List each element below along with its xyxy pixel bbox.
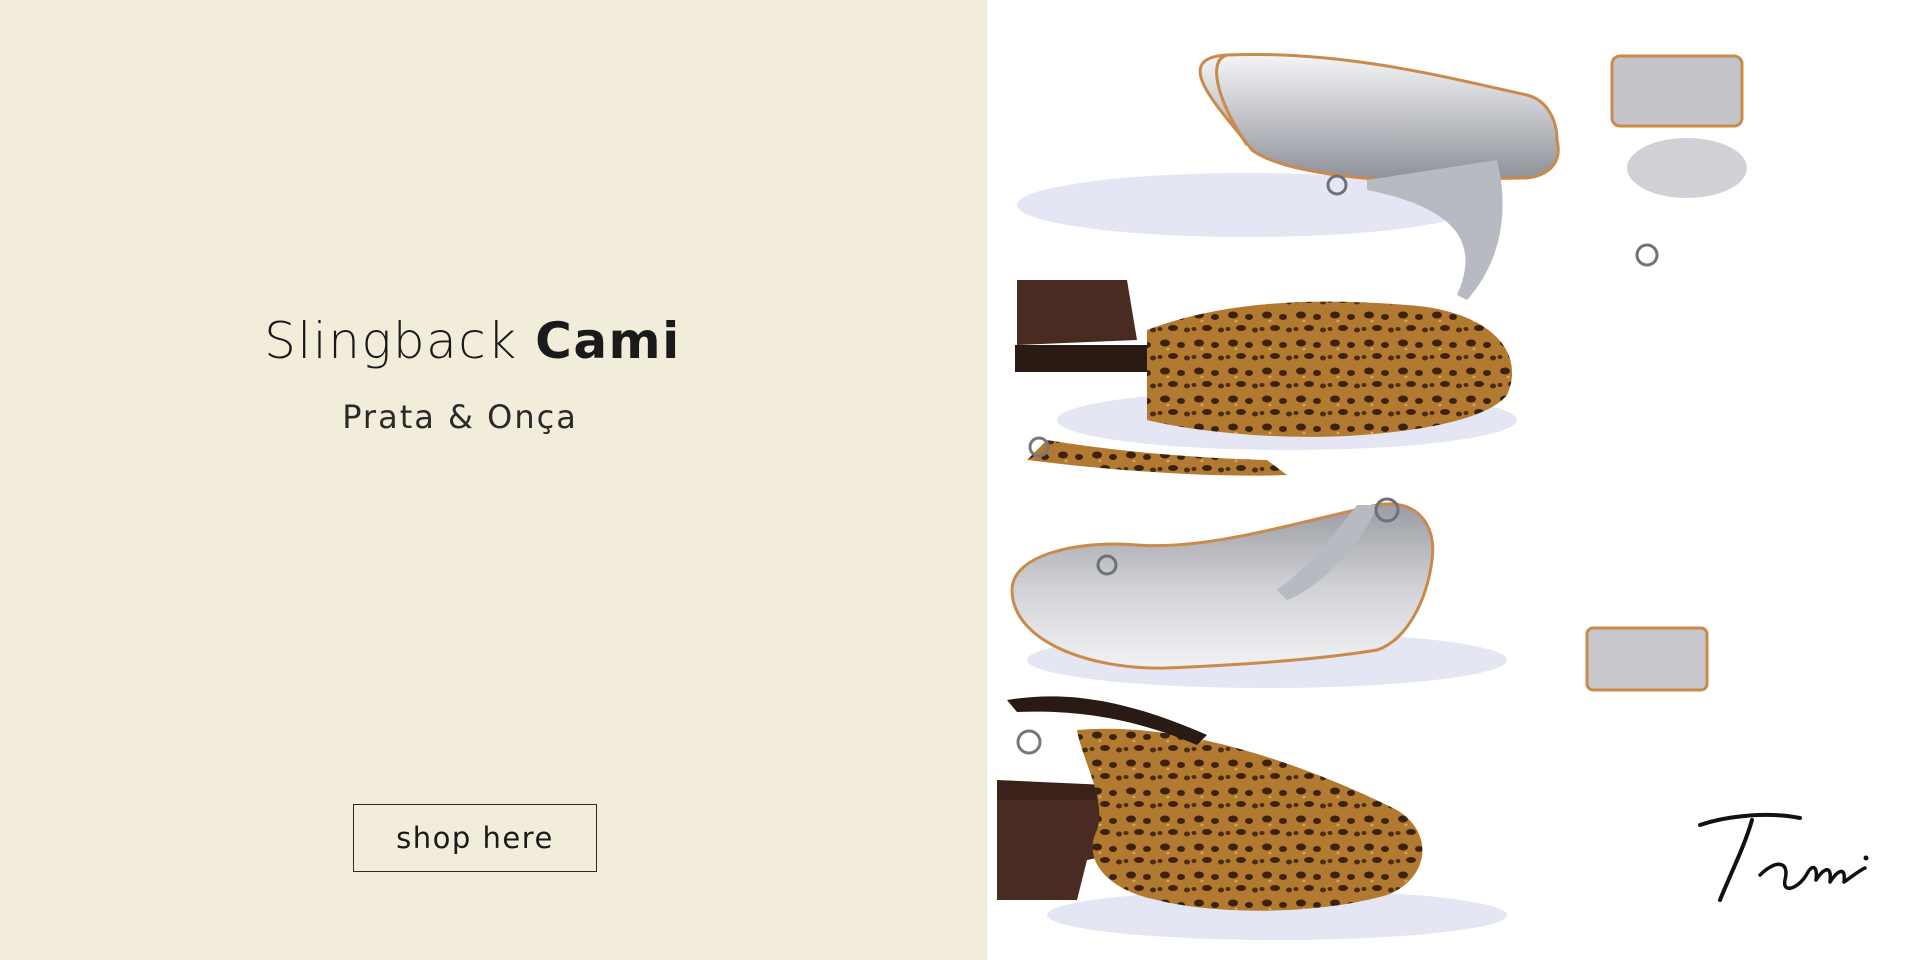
shoe-leopard-bottom: [997, 696, 1507, 940]
shoe-silver-lower: [1010, 497, 1709, 692]
shoe-silver-top: [1017, 52, 1747, 300]
product-image-panel: [987, 0, 1920, 960]
hero-title-light: Slingback: [264, 312, 518, 370]
shop-here-button[interactable]: shop here: [353, 804, 597, 872]
hero-title: Slingback Cami: [0, 312, 945, 370]
hero-title-bold: Cami: [535, 312, 681, 370]
tami-signature-logo: [1698, 812, 1869, 902]
hero-subtitle: Prata & Onça: [342, 398, 578, 436]
hero-text-panel: Slingback Cami Prata & Onça shop here: [0, 0, 987, 960]
shoe-leopard-upper: [1015, 280, 1517, 476]
